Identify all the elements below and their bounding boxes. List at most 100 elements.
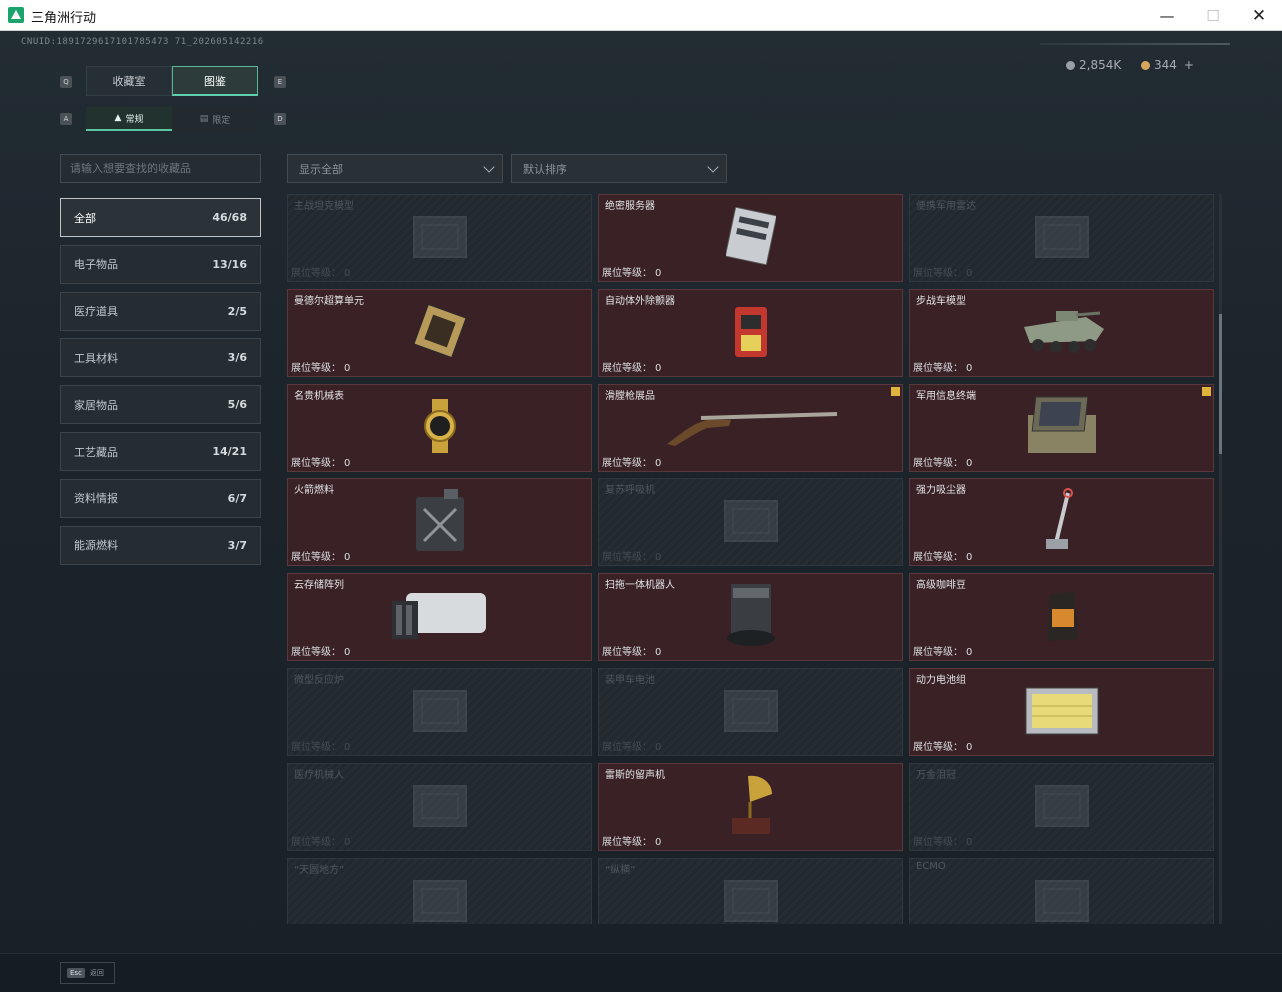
close-button[interactable]: ✕ bbox=[1236, 0, 1282, 31]
collection-item-card[interactable]: 雷斯的留声机 展位等级： 0 bbox=[598, 762, 903, 851]
collection-item-card[interactable]: 医疗机械人 展位等级： 0 bbox=[287, 762, 592, 851]
tab-collection-room[interactable]: 收藏室 bbox=[86, 66, 172, 96]
collection-item-card[interactable]: 云存储阵列展位等级： 0 bbox=[287, 573, 592, 662]
defibrillator-icon bbox=[731, 301, 771, 365]
collection-item-card[interactable]: 自动体外除颤器 展位等级： 0 bbox=[598, 288, 903, 377]
level-label: 展位等级： bbox=[602, 362, 652, 374]
level-label: 展位等级： bbox=[913, 647, 963, 659]
category-item[interactable]: 全部 46/68 bbox=[60, 198, 261, 237]
item-level: 展位等级： 0 bbox=[913, 264, 972, 279]
level-label: 展位等级： bbox=[602, 552, 652, 564]
level-value: 0 bbox=[655, 362, 662, 374]
collection-item-card[interactable]: “纵横” bbox=[598, 857, 903, 924]
collection-item-card[interactable]: 微型反应炉展位等级： 0 bbox=[287, 668, 592, 756]
collection-item-card[interactable]: 步战车模型 展位等级： 0 bbox=[909, 288, 1214, 377]
collection-item-card[interactable]: 军用信息终端 展位等级： 0 bbox=[909, 383, 1214, 472]
level-value: 0 bbox=[655, 836, 662, 848]
collection-item-card[interactable]: 万金泪冠展位等级： 0 bbox=[909, 762, 1214, 851]
level-label: 展位等级： bbox=[913, 552, 963, 564]
item-level: 展位等级： 0 bbox=[913, 643, 972, 658]
category-label: 工艺藏品 bbox=[74, 445, 118, 459]
item-name: 万金泪冠 bbox=[916, 769, 956, 781]
category-item[interactable]: 能源燃料 3/7 bbox=[60, 525, 261, 565]
collection-item-card[interactable]: 名贵机械表 展位等级： 0 bbox=[287, 383, 592, 472]
add-currency-icon[interactable]: + bbox=[1184, 58, 1194, 72]
item-name: 装甲车电池 bbox=[605, 675, 655, 686]
collection-item-card[interactable]: 高级咖啡豆 展位等级： 0 bbox=[909, 573, 1214, 662]
collection-item-card[interactable]: ECMO bbox=[909, 857, 1214, 924]
category-count: 13/16 bbox=[212, 257, 247, 271]
subtab-label: 限定 bbox=[212, 115, 231, 126]
collection-item-card[interactable]: 复苏呼吸机 展位等级： 0 bbox=[598, 478, 903, 567]
level-value: 0 bbox=[966, 457, 973, 469]
category-item[interactable]: 医疗道具 2/5 bbox=[60, 291, 261, 331]
scrollbar-track[interactable] bbox=[1219, 194, 1222, 924]
search-input[interactable] bbox=[60, 154, 261, 183]
subtab-regular[interactable]: ▲ 常规 bbox=[86, 107, 172, 131]
uid-label: CNUID:1891729617101785473 71_20260514221… bbox=[21, 37, 264, 47]
coffee-bag-icon bbox=[1044, 587, 1080, 647]
tab-codex[interactable]: 图鉴 bbox=[172, 66, 258, 96]
sort-value: 默认排序 bbox=[523, 162, 567, 176]
currency-gold[interactable]: 344 + bbox=[1141, 58, 1194, 72]
minimize-button[interactable]: — bbox=[1144, 0, 1190, 31]
category-item[interactable]: 资料情报 6/7 bbox=[60, 478, 261, 518]
item-name: 云存储阵列 bbox=[294, 580, 344, 592]
category-label: 医疗道具 bbox=[74, 305, 118, 319]
collection-item-card[interactable]: 曼德尔超算单元 展位等级： 0 bbox=[287, 288, 592, 377]
level-value: 0 bbox=[344, 362, 351, 374]
item-level: 展位等级： 0 bbox=[291, 738, 350, 753]
category-count: 2/5 bbox=[227, 304, 247, 318]
item-name: “天圆地方” bbox=[294, 864, 345, 876]
item-level: 展位等级： 0 bbox=[913, 454, 972, 469]
collection-item-card[interactable]: 绝密服务器 展位等级： 0 bbox=[598, 194, 903, 282]
level-label: 展位等级： bbox=[602, 836, 652, 848]
collection-item-card[interactable]: 便携军用雷达 展位等级： 0 bbox=[909, 194, 1214, 282]
collection-item-card[interactable]: 主战坦克模型 展位等级： 0 bbox=[287, 194, 592, 282]
filter-dropdown[interactable]: 显示全部 bbox=[287, 154, 503, 183]
category-item[interactable]: 工艺藏品 14/21 bbox=[60, 432, 261, 471]
item-name: 强力吸尘器 bbox=[916, 485, 966, 497]
level-value: 0 bbox=[966, 268, 973, 279]
collection-item-card[interactable]: 动力电池组 展位等级： 0 bbox=[909, 668, 1214, 756]
item-level: 展位等级： 0 bbox=[291, 643, 350, 658]
level-value: 0 bbox=[966, 742, 973, 753]
item-name: 雷斯的留声机 bbox=[605, 769, 665, 781]
scrollbar-thumb[interactable] bbox=[1219, 314, 1222, 454]
category-count: 3/7 bbox=[227, 538, 247, 552]
level-value: 0 bbox=[655, 457, 662, 469]
collection-item-card[interactable]: “天圆地方” bbox=[287, 857, 592, 924]
subtab-limited[interactable]: ▤ 限定 bbox=[172, 107, 258, 131]
collection-item-card[interactable]: 强力吸尘器展位等级： 0 bbox=[909, 478, 1214, 567]
fuel-can-icon bbox=[412, 487, 468, 557]
currency-gold-value: 344 bbox=[1154, 58, 1177, 72]
collection-item-card[interactable]: 滑膛枪展品 展位等级： 0 bbox=[598, 383, 903, 472]
level-value: 0 bbox=[966, 552, 973, 564]
collection-item-card[interactable]: 火箭燃料 展位等级： 0 bbox=[287, 478, 592, 567]
item-name: 微型反应炉 bbox=[294, 675, 344, 686]
level-label: 展位等级： bbox=[602, 742, 652, 753]
server-icon bbox=[724, 206, 777, 269]
chevron-down-icon bbox=[483, 161, 495, 173]
level-label: 展位等级： bbox=[291, 836, 341, 848]
category-label: 家居物品 bbox=[74, 398, 118, 412]
item-name: “纵横” bbox=[605, 864, 636, 876]
level-value: 0 bbox=[655, 552, 662, 564]
collection-item-card[interactable]: 扫拖一体机器人 展位等级： 0 bbox=[598, 573, 903, 662]
level-value: 0 bbox=[344, 552, 351, 564]
item-name: 自动体外除颤器 bbox=[605, 295, 675, 307]
back-button[interactable]: Esc 返回 bbox=[60, 962, 115, 984]
category-item[interactable]: 工具材料 3/6 bbox=[60, 338, 261, 378]
level-label: 展位等级： bbox=[291, 362, 341, 374]
item-level: 展位等级： 0 bbox=[913, 833, 972, 848]
crown-icon bbox=[1030, 776, 1094, 838]
filter-value: 显示全部 bbox=[299, 162, 343, 176]
category-item[interactable]: 家居物品 5/6 bbox=[60, 385, 261, 425]
collection-item-card[interactable]: 装甲车电池 展位等级： 0 bbox=[598, 668, 903, 756]
item-level: 展位等级： 0 bbox=[602, 454, 661, 469]
category-item[interactable]: 电子物品 13/16 bbox=[60, 244, 261, 284]
level-label: 展位等级： bbox=[291, 742, 341, 753]
sort-dropdown[interactable]: 默认排序 bbox=[511, 154, 727, 183]
maximize-button[interactable]: ☐ bbox=[1190, 0, 1236, 31]
ticket-icon: ▤ bbox=[199, 114, 209, 124]
